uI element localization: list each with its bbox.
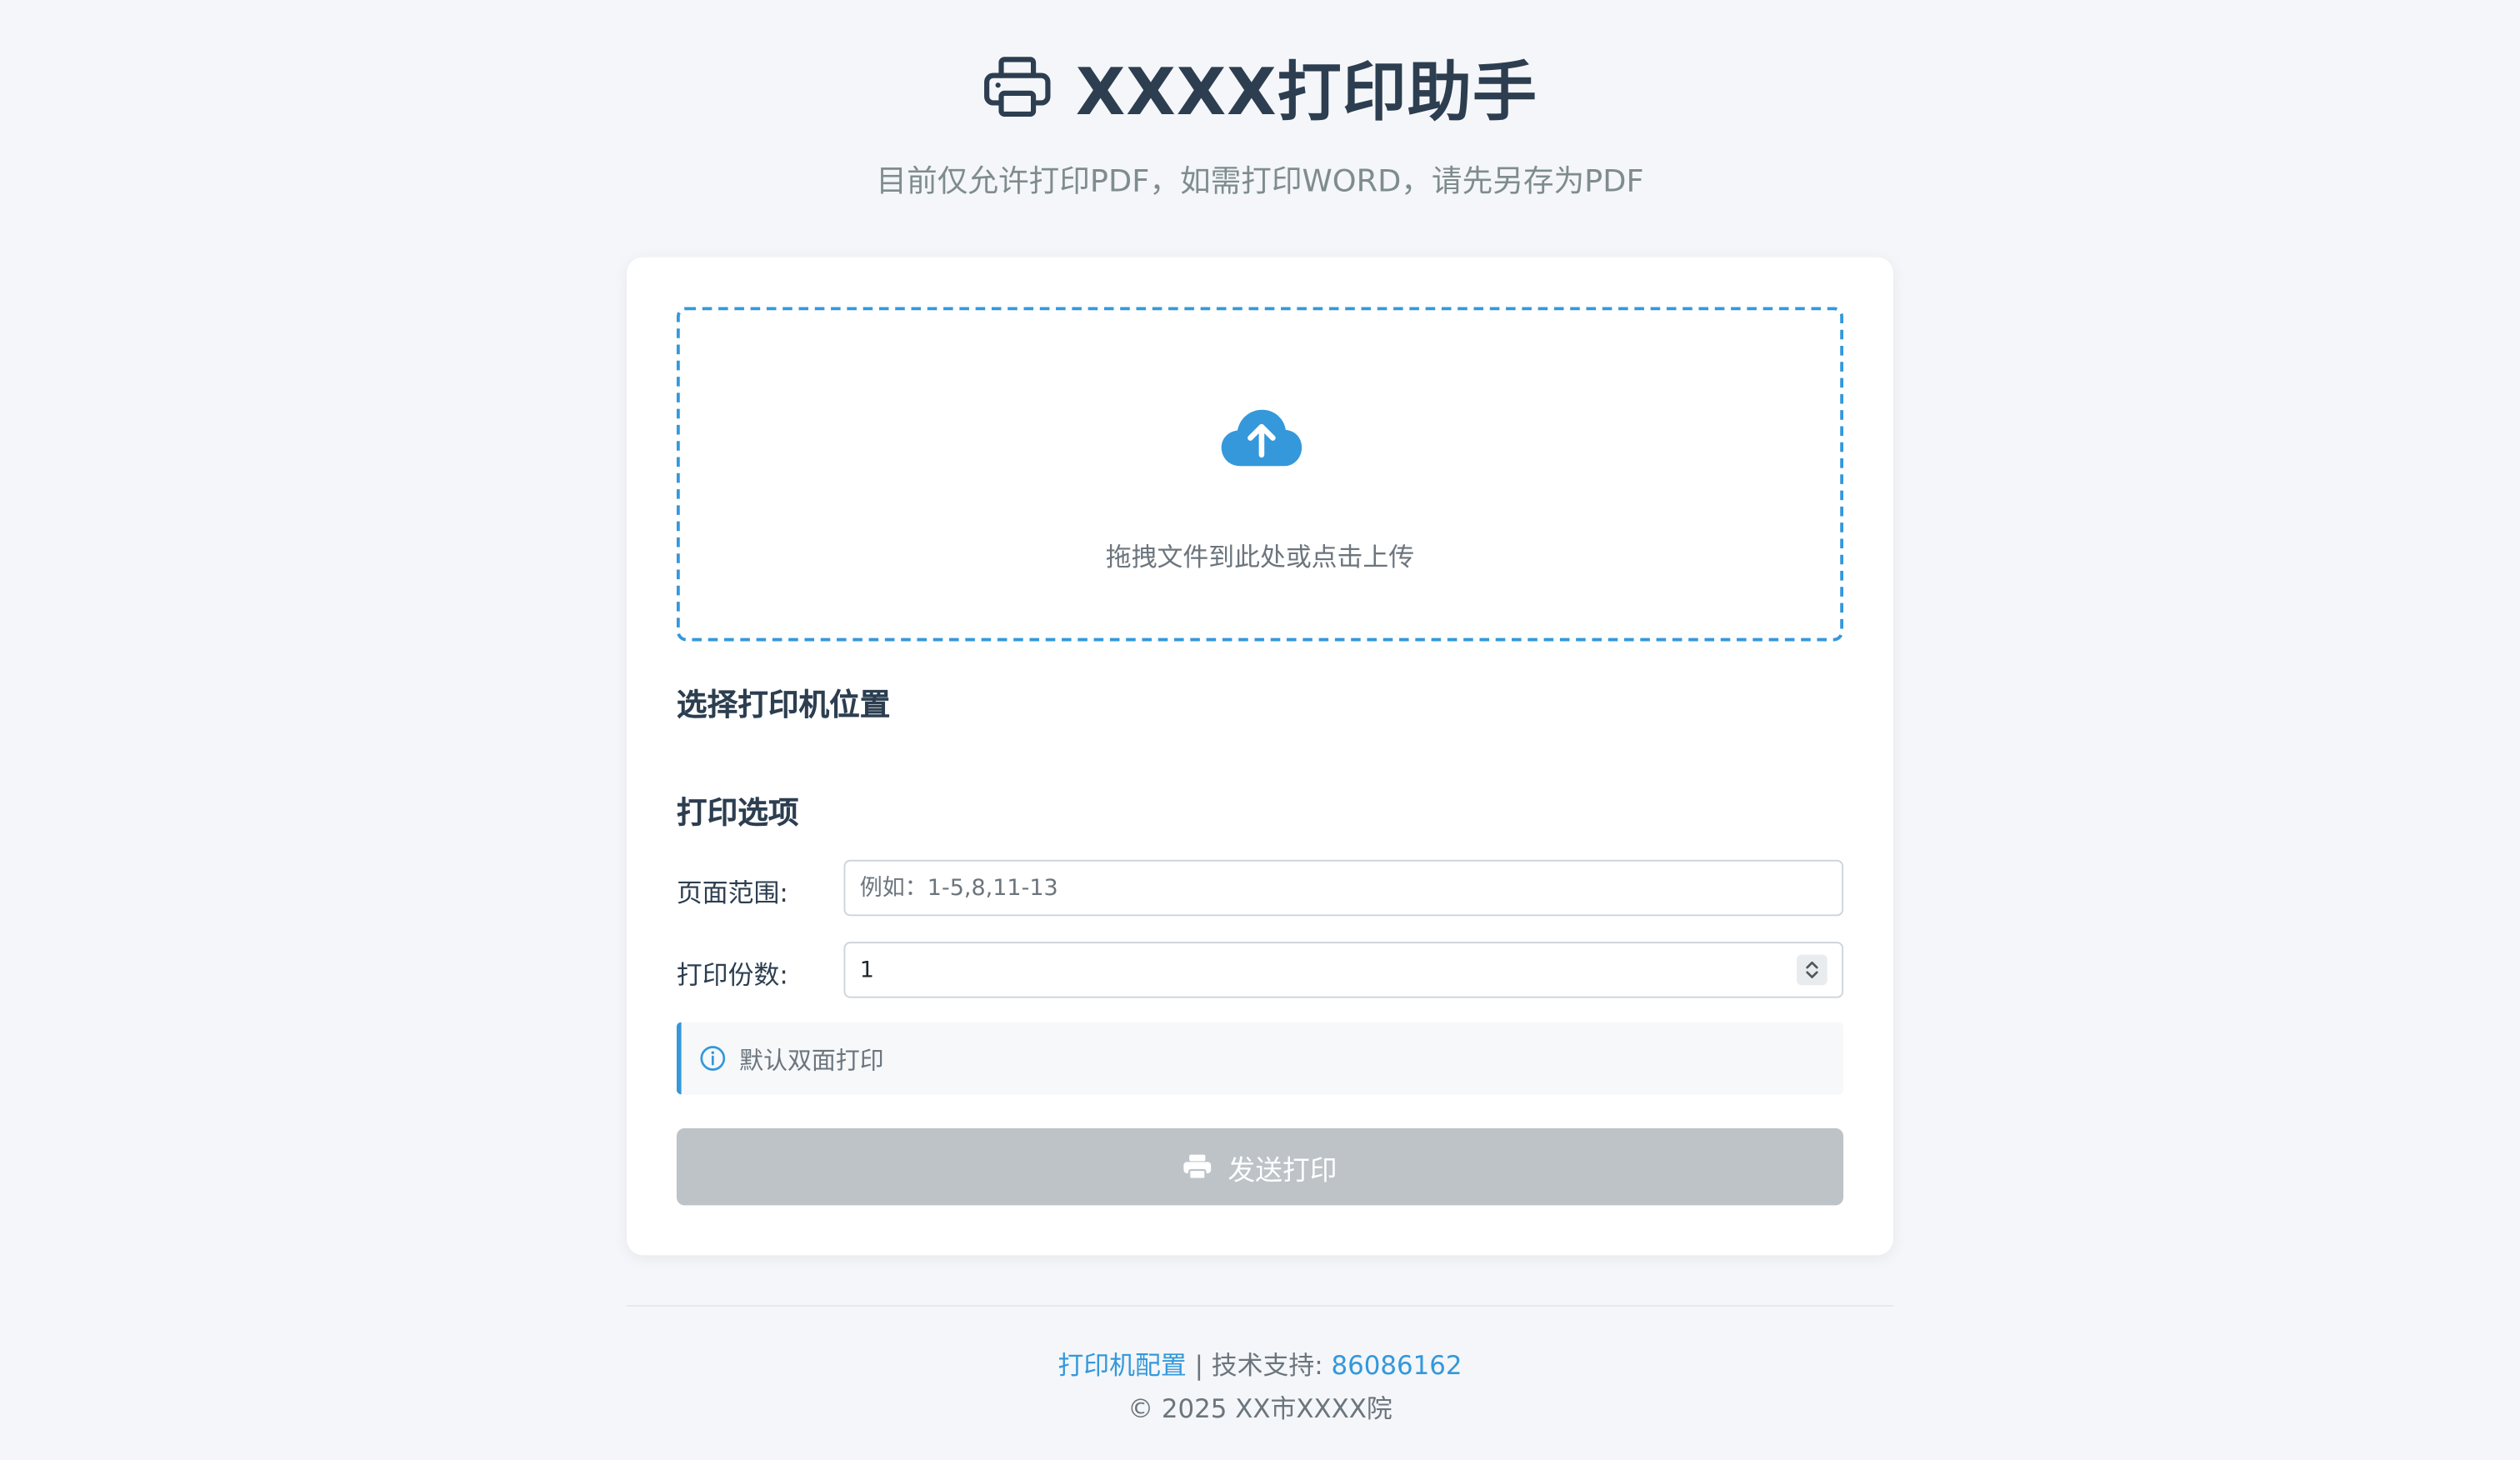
page-range-label: 页面范围: — [676, 877, 788, 908]
page: XXXX打印助手 目前仅允许打印PDF，如需打印WORD，请先另存为PDF 拖拽… — [0, 0, 2520, 1459]
send-print-label: 发送打印 — [1228, 1154, 1338, 1186]
copies-stepper[interactable] — [1797, 954, 1828, 986]
page-range-input[interactable] — [843, 859, 1844, 917]
file-dropzone[interactable]: 拖拽文件到此处或点击上传 — [676, 307, 1844, 642]
print-options-title: 打印选项 — [676, 795, 799, 832]
printer-config-link[interactable]: 打印机配置 — [1058, 1350, 1186, 1381]
duplex-notice: 默认双面打印 — [676, 1022, 1844, 1095]
page-title: XXXX打印助手 — [1075, 56, 1538, 131]
support-phone-link[interactable]: 86086162 — [1331, 1350, 1462, 1381]
notice-text: 默认双面打印 — [739, 1046, 884, 1076]
header: XXXX打印助手 目前仅允许打印PDF，如需打印WORD，请先另存为PDF — [0, 42, 2520, 201]
support-label: 技术支持: — [1211, 1349, 1323, 1381]
print-card: 拖拽文件到此处或点击上传 选择打印机位置 打印选项 页面范围: 打印份数: 默认… — [627, 257, 1893, 1256]
copies-label: 打印份数: — [676, 959, 788, 990]
footer-divider — [627, 1304, 1893, 1307]
footer-separator: | — [1194, 1349, 1203, 1381]
printer-icon — [982, 52, 1053, 122]
copies-input[interactable] — [843, 942, 1844, 998]
printer-location-title: 选择打印机位置 — [676, 688, 891, 723]
title-row: XXXX打印助手 — [0, 42, 2520, 132]
send-print-button[interactable]: 发送打印 — [676, 1128, 1844, 1206]
info-icon — [699, 1045, 727, 1072]
page-subtitle: 目前仅允许打印PDF，如需打印WORD，请先另存为PDF — [876, 163, 1644, 200]
printer-icon — [1182, 1154, 1212, 1180]
cloud-upload-icon — [1220, 408, 1303, 469]
upload-hint: 拖拽文件到此处或点击上传 — [1105, 541, 1415, 572]
footer-links: 打印机配置 | 技术支持: 86086162 — [0, 1343, 2520, 1382]
copyright: © 2025 XX市XXXX院 — [1128, 1393, 1392, 1424]
